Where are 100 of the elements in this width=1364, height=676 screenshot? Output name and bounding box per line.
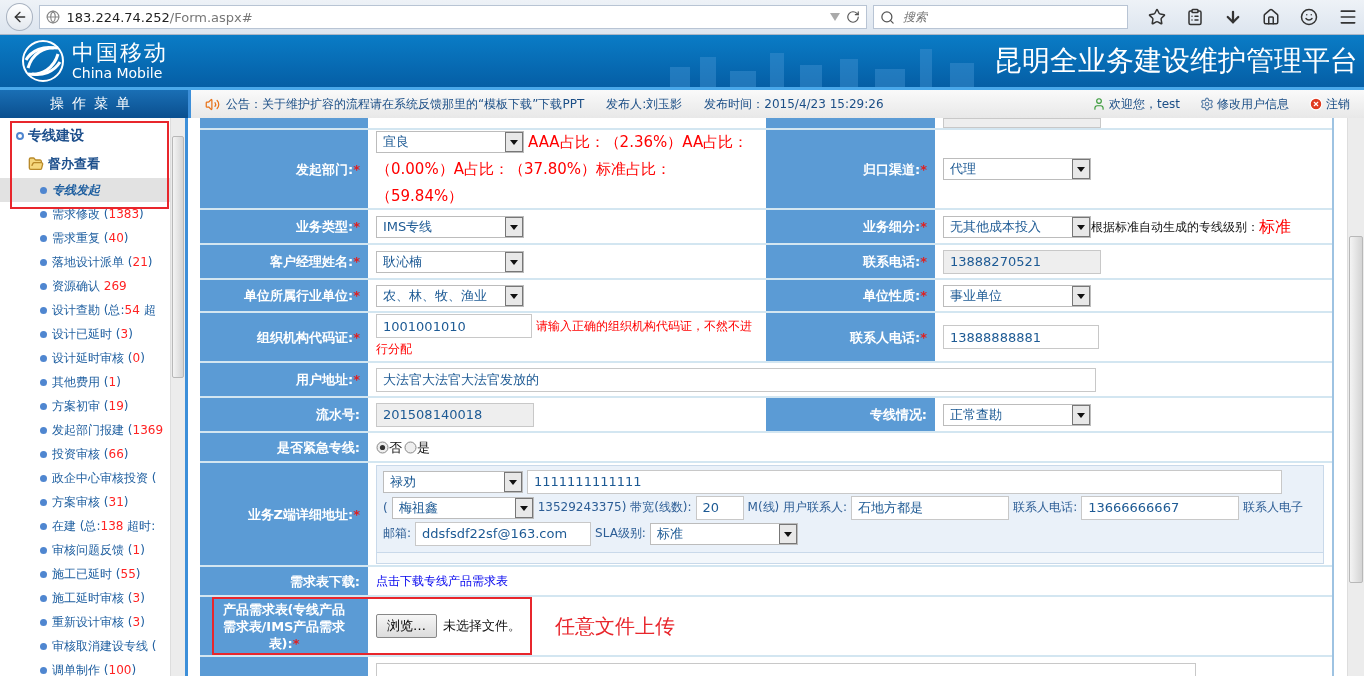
menu-item[interactable]: 政企中心审核投资 ( [0, 466, 170, 490]
field-label: 业务细分:* [863, 218, 927, 235]
file-status: 未选择文件。 [443, 617, 521, 635]
dropdown[interactable]: 无其他成本投入 [943, 215, 1091, 238]
search-input[interactable]: 搜索 [901, 9, 1121, 25]
menu-item[interactable]: 投资审核 (66) [0, 442, 170, 466]
field-label: 业务Z端详细地址:* [247, 505, 360, 523]
annotation-text: 任意文件上传 [555, 612, 675, 640]
dropdown[interactable]: 宜良 [376, 131, 524, 153]
menu-item[interactable]: 在建 (总:138 超时: [0, 514, 170, 538]
input-field[interactable]: 1001001010 [376, 314, 532, 338]
user-link[interactable]: 注销 [1309, 95, 1350, 113]
user-link[interactable]: 欢迎您，test [1091, 95, 1180, 113]
input-field[interactable]: ddsfsdf22sf@163.com [415, 521, 592, 546]
dropdown[interactable]: 标准 [649, 522, 798, 545]
menu-item[interactable]: 资源确认 269 [0, 274, 170, 298]
platform-title: 昆明全业务建设维护管理平台 [994, 43, 1358, 79]
menu-item-label: 审核取消建设专线 ( [52, 637, 157, 655]
field-label: 产品需求表(专线产品需求表/IMS产品需求表):* [221, 600, 347, 652]
menu-item[interactable]: 调单制作 (100) [0, 658, 170, 676]
menu-item[interactable]: 重新设计审核 (3) [0, 610, 170, 634]
download-link[interactable]: 点击下载专线产品需求表 [376, 572, 508, 590]
menu-item-label: 在建 (总:138 超时: [52, 517, 156, 535]
menu-item-label: 方案审核 (31) [52, 493, 129, 511]
user-link[interactable]: 修改用户信息 [1200, 95, 1289, 113]
field-label: 邮箱: [383, 525, 412, 542]
menu-item[interactable]: 审核取消建设专线 ( [0, 634, 170, 658]
notice-text: 公告：关于维护扩容的流程请在系统反馈那里的“模板下载”下载PPT [226, 95, 585, 113]
menu-item-label: 政企中心审核投资 ( [52, 469, 157, 487]
note-text: （59.84%） [376, 185, 464, 207]
field-label: 客户经理姓名:* [270, 253, 360, 270]
input-field[interactable]: 1111111111111 [527, 469, 1282, 494]
radio-label: 否 [389, 440, 402, 455]
browse-button[interactable]: 浏览… [376, 614, 437, 638]
menu-title: 操作菜单 [0, 90, 188, 118]
dropdown[interactable]: 禄劝 [383, 470, 523, 493]
menu-item[interactable]: 专线发起 [0, 178, 170, 202]
field-label: 联系人电话: [1013, 499, 1078, 516]
field-label: 单位所属行业单位:* [244, 287, 360, 304]
field-label: ( [383, 500, 388, 515]
field-label: 13529243375) 带宽(线数): [537, 499, 692, 516]
note-text: （0.00%）A占比：（37.80%）标准占比： [376, 158, 672, 180]
node-label: 督办查看 [48, 155, 100, 173]
input-field[interactable]: 石地方都是 [851, 495, 1010, 520]
dropdown[interactable]: 事业单位 [943, 284, 1091, 307]
dropdown[interactable]: 代理 [943, 158, 1091, 180]
field-label: 用户地址:* [296, 371, 360, 388]
field-label: 专线情况: [869, 406, 927, 423]
input-field[interactable]: 13888888881 [943, 325, 1099, 349]
menu-item[interactable]: 审核问题反馈 (1) [0, 538, 170, 562]
input-field[interactable]: 13666666667 [1081, 495, 1240, 520]
menu-item-label: 投资审核 (66) [52, 445, 129, 463]
note-text: AAA占比：（2.36%）AA占比： [528, 131, 749, 153]
dropdown[interactable]: 梅祖鑫 [391, 496, 534, 519]
menu-item[interactable]: 设计延时审核 (0) [0, 346, 170, 370]
input-field[interactable]: 大法官大法官大法官发放的 [376, 367, 1096, 392]
menu-item[interactable]: 发起部门报建 (1369 [0, 418, 170, 442]
field-label: 发起部门:* [296, 160, 360, 178]
menu-item[interactable]: 设计已延时 (3) [0, 322, 170, 346]
menu-item[interactable]: 方案初审 (19) [0, 394, 170, 418]
dropdown[interactable]: 耿沁楠 [376, 250, 524, 273]
input-field[interactable]: 201508140018 [376, 402, 534, 427]
publisher-text: 发布人:刘玉影 [606, 95, 683, 113]
field-label: 归口渠道:* [863, 160, 927, 178]
user-link-label: 修改用户信息 [1217, 95, 1289, 113]
menu-item-label: 资源确认 269 [52, 277, 127, 295]
menu-item-label: 调单制作 (100) [52, 661, 137, 676]
dropdown[interactable]: 正常查勘 [943, 403, 1091, 426]
menu-item[interactable]: 设计查勘 (总:54 超 [0, 298, 170, 322]
menu-item-label: 设计延时审核 (0) [52, 349, 145, 367]
url-text: 183.224.74.252/Form.aspx# [66, 9, 254, 25]
dropdown[interactable]: IMS专线 [376, 215, 524, 238]
menu-item-label: 其他费用 (1) [52, 373, 121, 391]
logo-subtext: China Mobile [72, 65, 164, 81]
logo-text: 中国移动 [72, 41, 168, 65]
note-text: 请输入正确的组织机构代码证，不然不进 [536, 318, 752, 335]
menu-item[interactable]: 施工已延时 (55) [0, 562, 170, 586]
field-label: 需求表下载: [289, 572, 360, 590]
user-link-label: 欢迎您，test [1108, 95, 1180, 113]
search-field[interactable]: 搜索 [873, 5, 1128, 29]
menu-item-label: 发起部门报建 (1369 [52, 421, 164, 439]
field-label: 联系电话:* [863, 253, 927, 270]
menu-item[interactable]: 其他费用 (1) [0, 370, 170, 394]
tree-node[interactable]: 督办查看 [0, 150, 170, 178]
menu-item[interactable]: 需求重复 (40) [0, 226, 170, 250]
field-label: 单位性质:* [863, 287, 927, 304]
note-text: 行分配 [376, 341, 412, 358]
menu-item-label: 需求重复 (40) [52, 229, 129, 247]
dropdown[interactable]: 农、林、牧、渔业 [376, 284, 524, 307]
input-field[interactable]: 13888270521 [943, 249, 1101, 274]
field-label: SLA级别: [595, 525, 646, 542]
menu-item[interactable]: 施工延时审核 (3) [0, 586, 170, 610]
menu-item-label: 设计查勘 (总:54 超 [52, 301, 156, 319]
menu-item[interactable]: 落地设计派单 (21) [0, 250, 170, 274]
address-bar[interactable]: 183.224.74.252/Form.aspx# [39, 5, 868, 29]
field-label: 是否紧急专线: [276, 438, 360, 456]
input-field[interactable]: 20 [695, 495, 744, 520]
tree-node[interactable]: 专线建设 [0, 122, 170, 150]
publish-time: 发布时间：2015/4/23 15:29:26 [704, 95, 884, 113]
menu-item[interactable]: 方案审核 (31) [0, 490, 170, 514]
